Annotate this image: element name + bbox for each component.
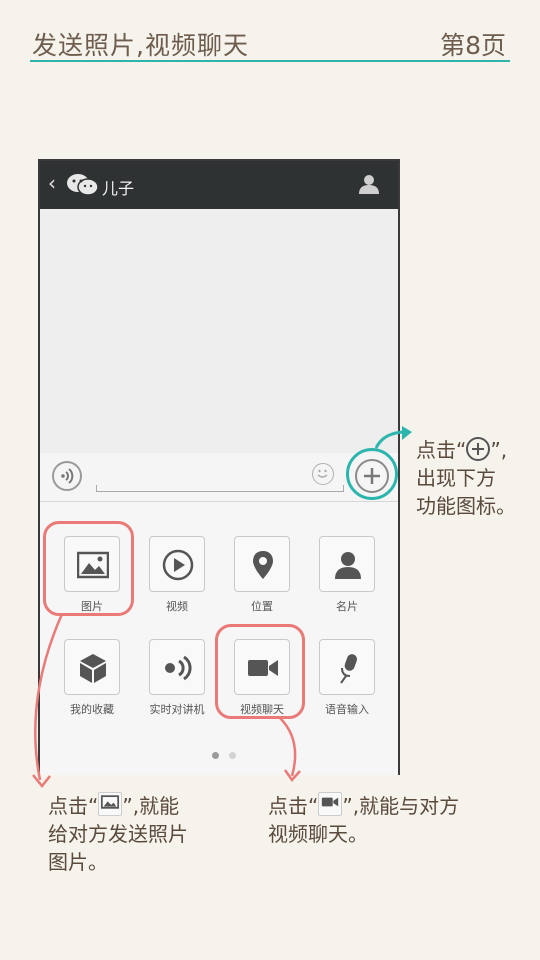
annotation-text: 点击“: [416, 438, 467, 462]
annotation-text: 给对方发送照片: [48, 822, 188, 846]
image-icon: [98, 792, 123, 816]
video-camera-icon: [318, 792, 343, 816]
annotation-text: 图片。: [48, 850, 108, 874]
annotation-photo: 点击“ ”,就能 给对方发送照片 图片。: [48, 792, 188, 876]
plus-icon: [466, 437, 491, 461]
annotation-text: ”,: [490, 438, 508, 462]
annotation-video: 点击“ ”,就能与对方 视频聊天。: [268, 792, 459, 848]
annotation-text: 点击“: [268, 794, 319, 818]
annotation-text: ”,就能与对方: [342, 794, 460, 818]
annotation-text: 出现下方: [416, 466, 496, 490]
annotation-text: 点击“: [48, 794, 99, 818]
annotation-text: 功能图标。: [416, 494, 516, 518]
annotation-text: ”,就能: [122, 794, 180, 818]
annotation-plus: 点击“ ”, 出现下方 功能图标。: [416, 436, 516, 520]
annotation-text: 视频聊天。: [268, 822, 368, 846]
